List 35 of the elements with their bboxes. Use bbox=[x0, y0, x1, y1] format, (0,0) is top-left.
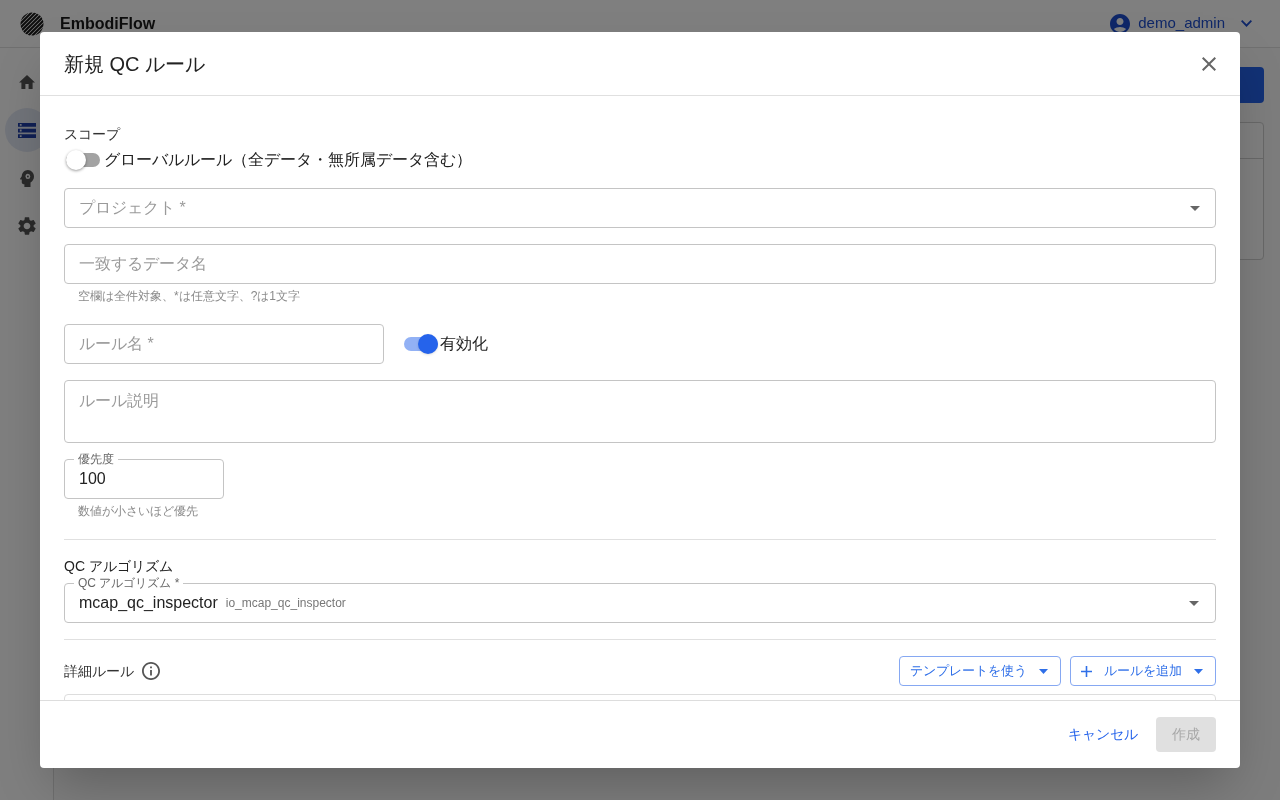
caret-icon bbox=[1189, 600, 1199, 606]
caret-icon bbox=[1039, 668, 1048, 674]
description-field[interactable]: ルール説明 bbox=[64, 380, 1216, 443]
user-menu-button[interactable]: demo_admin bbox=[1110, 12, 1252, 35]
section-heading: QC アルゴリズム bbox=[64, 557, 173, 576]
list-icon bbox=[18, 122, 36, 138]
head-gear-icon bbox=[20, 169, 34, 187]
rule-name-field[interactable]: ルール名 * bbox=[64, 324, 384, 364]
template-button[interactable]: テンプレートを使う bbox=[899, 656, 1061, 686]
toggle-label: グローバルルール（全データ・無所属データ含む） bbox=[104, 150, 472, 170]
project-select[interactable]: プロジェクト * bbox=[64, 188, 1216, 228]
field-label: QC アルゴリズム * bbox=[74, 575, 184, 591]
cancel-button[interactable]: キャンセル bbox=[1060, 717, 1146, 752]
field-label: 優先度 bbox=[74, 451, 118, 467]
app-title: EmbodiFlow bbox=[60, 13, 156, 34]
chevron-down-icon bbox=[1241, 20, 1252, 27]
settings-icon bbox=[18, 217, 36, 235]
caret-icon bbox=[1194, 668, 1203, 674]
caret-icon bbox=[1190, 206, 1200, 211]
toggle-label: 有効化 bbox=[440, 334, 488, 354]
data-name-field[interactable]: 一致するデータ名 bbox=[64, 244, 1216, 284]
add-rule-button[interactable]: ルールを追加 bbox=[1070, 656, 1216, 686]
helper-text: 数値が小さいほど優先 bbox=[78, 503, 198, 519]
option-label: mcap_qc_inspector bbox=[79, 593, 218, 613]
section-heading: スコープ bbox=[64, 125, 120, 144]
info-icon bbox=[142, 662, 160, 680]
home-icon bbox=[19, 75, 35, 89]
toggle-switch[interactable] bbox=[404, 334, 438, 354]
toggle-switch[interactable] bbox=[66, 150, 100, 170]
helper-text: 空欄は全件対象、*は任意文字、?は1文字 bbox=[78, 288, 301, 304]
section-heading: 詳細ルール bbox=[64, 661, 134, 681]
user-avatar-icon bbox=[1110, 13, 1131, 34]
dialog-title: 新規 QC ルール bbox=[64, 51, 206, 77]
option-id: io_mcap_qc_inspector bbox=[225, 595, 346, 612]
close-icon bbox=[1202, 56, 1216, 71]
